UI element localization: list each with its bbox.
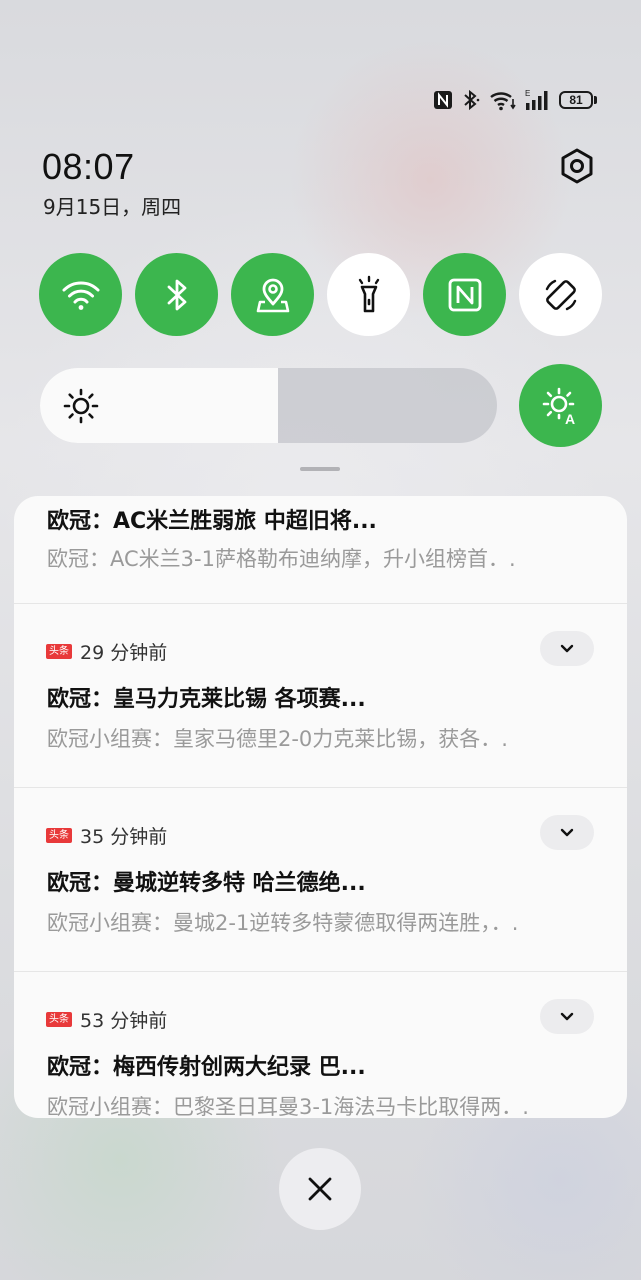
chevron-down-icon [560, 1012, 574, 1020]
flashlight-toggle[interactable] [327, 253, 410, 336]
expand-button[interactable] [540, 999, 594, 1034]
notification-time: 53 分钟前 [80, 1010, 168, 1032]
brightness-slider[interactable] [40, 368, 497, 443]
bluetooth-toggle[interactable] [135, 253, 218, 336]
notification-body: 欧冠：AC米兰3-1萨格勒布迪纳摩，升小组榜首．. [47, 547, 516, 571]
auto-brightness-icon: A [542, 387, 575, 426]
clock-time: 08:07 [42, 146, 135, 187]
auto-rotate-icon [545, 279, 576, 310]
notification-title: 欧冠：梅西传射创两大纪录 巴... [47, 1055, 366, 1080]
notification-meta: 头条 29 分钟前 [46, 638, 167, 665]
flashlight-icon [358, 275, 379, 312]
notification-panel: 欧冠：AC米兰胜弱旅 中超旧将... 欧冠：AC米兰3-1萨格勒布迪纳摩，升小组… [14, 496, 627, 1118]
bluetooth-icon [167, 279, 186, 310]
app-badge: 头条 [46, 828, 72, 843]
expand-button[interactable] [540, 815, 594, 850]
nfc-icon [433, 90, 453, 110]
wifi-toggle[interactable] [39, 253, 122, 336]
settings-button[interactable] [556, 145, 598, 187]
notification-body: 欧冠小组赛：巴黎圣日耳曼3-1海法马卡比取得两．. [47, 1095, 529, 1118]
battery-icon: 81 [559, 91, 597, 109]
svg-text:A: A [565, 411, 575, 426]
clear-notifications-button[interactable] [279, 1148, 361, 1230]
status-bar: E 81 [433, 86, 597, 114]
notification-body: 欧冠小组赛：曼城2-1逆转多特蒙德取得两连胜，．. [47, 911, 519, 935]
expand-button[interactable] [540, 631, 594, 666]
panel-drag-handle[interactable] [300, 467, 340, 471]
location-icon [256, 278, 289, 312]
wifi-icon [62, 280, 99, 310]
auto-rotate-toggle[interactable] [519, 253, 602, 336]
app-badge: 头条 [46, 1012, 72, 1027]
notification-body: 欧冠小组赛：皇家马德里2-0力克莱比锡，获各．. [47, 727, 508, 751]
chevron-down-icon [560, 828, 574, 836]
svg-text:E: E [525, 89, 530, 98]
notification-title: 欧冠：皇马力克莱比锡 各项赛... [47, 687, 366, 712]
battery-level: 81 [559, 91, 593, 109]
gear-icon [561, 148, 593, 184]
notification-meta: 头条 53 分钟前 [46, 1006, 167, 1033]
notification-time: 29 分钟前 [80, 642, 168, 664]
notification-title: 欧冠：AC米兰胜弱旅 中超旧将... [47, 509, 377, 534]
chevron-down-icon [560, 644, 574, 652]
notification-item[interactable]: 欧冠：AC米兰胜弱旅 中超旧将... 欧冠：AC米兰3-1萨格勒布迪纳摩，升小组… [14, 496, 627, 604]
bluetooth-icon [461, 89, 481, 111]
close-icon [308, 1177, 332, 1201]
quick-toggles [39, 253, 602, 336]
notification-title: 欧冠：曼城逆转多特 哈兰德绝... [47, 871, 366, 896]
auto-brightness-toggle[interactable]: A [519, 364, 602, 447]
sun-icon [63, 388, 99, 424]
nfc-toggle[interactable] [423, 253, 506, 336]
nfc-icon [448, 278, 481, 311]
notification-item[interactable]: 头条 53 分钟前 欧冠：梅西传射创两大纪录 巴... 欧冠小组赛：巴黎圣日耳曼… [14, 972, 627, 1118]
notification-item[interactable]: 头条 29 分钟前 欧冠：皇马力克莱比锡 各项赛... 欧冠小组赛：皇家马德里2… [14, 604, 627, 788]
notification-item[interactable]: 头条 35 分钟前 欧冠：曼城逆转多特 哈兰德绝... 欧冠小组赛：曼城2-1逆… [14, 788, 627, 972]
wifi-icon [489, 89, 517, 111]
notification-meta: 头条 35 分钟前 [46, 822, 167, 849]
notification-time: 35 分钟前 [80, 826, 168, 848]
cellular-signal-icon: E [525, 89, 551, 111]
date-label: 9月15日，周四 [43, 195, 182, 219]
app-badge: 头条 [46, 644, 72, 659]
location-toggle[interactable] [231, 253, 314, 336]
